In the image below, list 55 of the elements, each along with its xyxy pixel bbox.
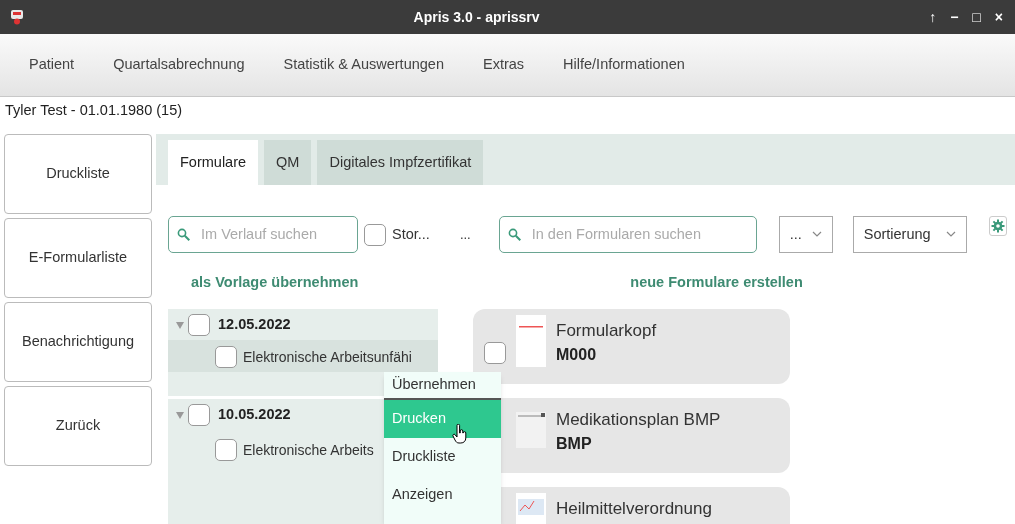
window-title: Apris 3.0 - aprissrv	[412, 7, 541, 27]
tree-item[interactable]: Elektronische Arbeitsunfähi	[168, 340, 438, 372]
ellipsis-label: ...	[459, 225, 471, 244]
menu-item[interactable]: Hilfe/Informationen	[563, 54, 685, 76]
search-icon	[177, 227, 191, 242]
window-control-button[interactable]: ×	[994, 10, 1003, 24]
tree-item-label: Elektronische Arbeits	[243, 441, 374, 460]
checkbox[interactable]	[188, 313, 210, 336]
checkbox[interactable]	[188, 403, 210, 426]
checkbox[interactable]	[484, 341, 506, 364]
form-code: M000	[556, 345, 598, 365]
form-code: BMP	[556, 434, 593, 454]
settings-button[interactable]	[988, 216, 1007, 236]
checkbox[interactable]	[215, 346, 237, 368]
form-name: Medikationsplan BMP	[556, 409, 721, 431]
collapse-triangle-icon[interactable]	[176, 320, 184, 329]
window-control-button[interactable]: □	[972, 10, 981, 24]
tab[interactable]: Digitales Impfzertifikat	[317, 140, 484, 185]
side-button[interactable]: Benachrichtigung	[4, 302, 152, 382]
dropdown[interactable]: ...	[778, 216, 833, 253]
search-input[interactable]: Im Verlauf suchen	[201, 223, 349, 246]
patient-label: Tyler Test - 01.01.1980 (15)	[4, 101, 183, 121]
section-heading: als Vorlage übernehmen	[191, 273, 359, 293]
side-button[interactable]: E-Formularliste	[4, 218, 152, 298]
search-input[interactable]: In den Formularen suchen	[531, 223, 748, 246]
menu-item[interactable]: Statistik & Auswertungen	[283, 54, 444, 76]
tree-date: 12.05.2022	[218, 314, 291, 334]
search-icon	[507, 227, 522, 242]
menu-item[interactable]: Extras	[482, 54, 525, 76]
menu-item[interactable]: Quartalsabrechnung	[113, 54, 245, 76]
search-field[interactable]: Im Verlauf suchen	[168, 216, 358, 253]
tab[interactable]: QM	[264, 140, 312, 185]
checkbox[interactable]	[215, 439, 237, 461]
tab[interactable]: Formulare	[168, 140, 259, 185]
tree-item-label: Elektronische Arbeitsunfähi	[243, 348, 412, 367]
window-control-button[interactable]: −	[950, 10, 959, 24]
side-button[interactable]: Zurück	[4, 386, 152, 466]
search-field[interactable]: In den Formularen suchen	[498, 216, 757, 253]
menu-item[interactable]: Anzeigen	[384, 476, 501, 514]
form-name: Formularkopf	[556, 320, 657, 342]
checkbox-label: Stor...	[392, 224, 430, 244]
tree-date: 10.05.2022	[218, 404, 291, 424]
menu-item[interactable]: Patient	[29, 54, 75, 76]
document-thumbnail	[516, 315, 546, 367]
dropdown[interactable]: Sortierung	[852, 216, 967, 253]
collapse-triangle-icon[interactable]	[176, 410, 184, 419]
checkbox[interactable]	[364, 223, 386, 246]
chevron-down-icon	[811, 231, 822, 238]
window-control-button[interactable]: ↑	[929, 10, 937, 24]
hand-cursor-icon	[452, 424, 468, 444]
chevron-down-icon	[945, 231, 956, 238]
side-button[interactable]: Druckliste	[4, 134, 152, 214]
section-heading: neue Formulare erstellen	[630, 273, 803, 293]
form-name: Heilmittelverordnung	[556, 498, 712, 520]
app-icon	[10, 9, 24, 25]
